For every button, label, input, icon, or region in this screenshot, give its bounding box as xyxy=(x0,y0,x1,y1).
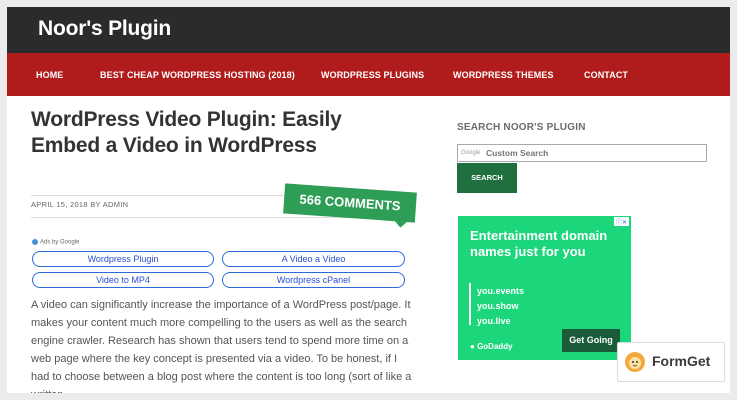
nav-item-plugins[interactable]: WORDPRESS PLUGINS xyxy=(321,70,424,80)
divider xyxy=(31,217,386,218)
ad-domain: you.show xyxy=(477,301,519,311)
ad-link-video-to-mp4[interactable]: Video to MP4 xyxy=(32,272,214,288)
page-frame: Noor's Plugin HOME BEST CHEAP WORDPRESS … xyxy=(7,7,730,393)
formget-watermark: FormGet xyxy=(617,342,725,382)
site-title[interactable]: Noor's Plugin xyxy=(38,17,171,41)
ad-cta-button[interactable]: Get Going xyxy=(562,329,620,352)
nav-item-home[interactable]: HOME xyxy=(36,70,63,80)
lion-icon xyxy=(625,352,645,372)
ad-link-wordpress-cpanel[interactable]: Wordpress cPanel xyxy=(222,272,405,288)
nav-item-hosting[interactable]: BEST CHEAP WORDPRESS HOSTING (2018) xyxy=(100,70,295,80)
nav-item-themes[interactable]: WORDPRESS THEMES xyxy=(453,70,554,80)
post-body-text: A video can significantly increase the i… xyxy=(31,299,412,393)
ads-label-text: Ads by Google xyxy=(40,239,80,246)
post-meta: APRIL 15, 2018 BY ADMIN xyxy=(31,200,129,209)
search-button[interactable]: SEARCH xyxy=(457,163,517,193)
godaddy-logo-text: GoDaddy xyxy=(477,342,513,351)
google-logo: Google xyxy=(461,150,481,156)
post-title-line-2: Embed a Video in WordPress xyxy=(31,134,317,157)
search-box[interactable]: Google xyxy=(457,144,707,162)
ad-headline: Entertainment domain names just for you xyxy=(470,228,608,259)
ad-choices-icon[interactable]: ⓘ✕ xyxy=(613,217,629,226)
search-input[interactable] xyxy=(486,145,704,161)
info-icon xyxy=(32,239,38,245)
ad-domain: you.live xyxy=(477,316,511,326)
main-nav: HOME BEST CHEAP WORDPRESS HOSTING (2018)… xyxy=(7,53,730,96)
sidebar-search-title: SEARCH NOOR'S PLUGIN xyxy=(457,122,586,133)
post-title-line-1: WordPress Video Plugin: Easily xyxy=(31,108,342,131)
ads-by-google-label: Ads by Google xyxy=(32,239,79,246)
post-title[interactable]: WordPress Video Plugin: Easily Embed a V… xyxy=(31,107,421,159)
ad-domain: you.events xyxy=(477,286,525,296)
godaddy-logo: ● GoDaddy xyxy=(470,342,513,351)
ad-link-wordpress-plugin[interactable]: Wordpress Plugin xyxy=(32,251,214,267)
watermark-text: FormGet xyxy=(652,353,711,369)
site-header: Noor's Plugin xyxy=(7,7,730,53)
godaddy-ad-banner[interactable]: ⓘ✕ Entertainment domain names just for y… xyxy=(458,216,631,360)
post-content: WordPress Video Plugin: Easily Embed a V… xyxy=(31,107,421,218)
nav-item-contact[interactable]: CONTACT xyxy=(584,70,628,80)
ad-divider-bar xyxy=(469,283,471,325)
ad-link-video[interactable]: A Video a Video xyxy=(222,251,405,267)
